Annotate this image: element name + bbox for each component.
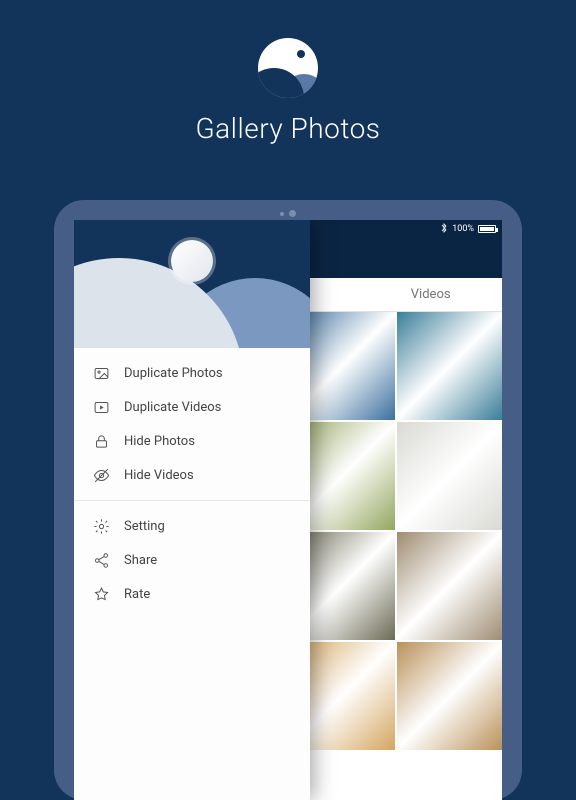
tab-videos[interactable]: Videos: [359, 278, 502, 311]
image-icon: [92, 364, 110, 382]
menu-rate[interactable]: Rate: [74, 577, 310, 611]
menu-item-label: Duplicate Photos: [124, 366, 223, 381]
bluetooth-icon: [440, 223, 448, 236]
battery-percent: 100%: [452, 224, 474, 234]
brand-header: Gallery Photos: [0, 38, 576, 145]
menu-hide-videos[interactable]: Hide Videos: [74, 458, 310, 492]
device-screen: 100% Photos Music Videos Duplicate P: [74, 220, 502, 800]
menu-item-label: Rate: [124, 587, 150, 602]
menu-hide-photos[interactable]: Hide Photos: [74, 424, 310, 458]
menu-share[interactable]: Share: [74, 543, 310, 577]
share-icon: [92, 551, 110, 569]
photo-thumb[interactable]: [397, 642, 503, 750]
star-icon: [92, 585, 110, 603]
photo-thumb[interactable]: [397, 312, 503, 420]
photo-thumb[interactable]: [397, 422, 503, 530]
navigation-drawer: Duplicate Photos Duplicate Videos Hide P…: [74, 220, 310, 800]
photo-thumb[interactable]: [397, 532, 503, 640]
menu-duplicate-videos[interactable]: Duplicate Videos: [74, 390, 310, 424]
menu-item-label: Hide Videos: [124, 468, 194, 483]
menu-item-label: Setting: [124, 519, 165, 534]
eye-off-icon: [92, 466, 110, 484]
video-icon: [92, 398, 110, 416]
drawer-hero: [74, 220, 310, 348]
lock-icon: [92, 432, 110, 450]
menu-duplicate-photos[interactable]: Duplicate Photos: [74, 356, 310, 390]
app-logo: [258, 38, 318, 98]
menu-item-label: Hide Photos: [124, 434, 195, 449]
drawer-group-tools: Duplicate Photos Duplicate Videos Hide P…: [74, 348, 310, 500]
drawer-group-meta: Setting Share Rate: [74, 500, 310, 619]
gear-icon: [92, 517, 110, 535]
menu-setting[interactable]: Setting: [74, 509, 310, 543]
tablet-camera: [280, 210, 296, 217]
menu-item-label: Share: [124, 553, 157, 568]
app-title: Gallery Photos: [0, 112, 576, 145]
battery-icon: [478, 225, 496, 233]
tablet-frame: 100% Photos Music Videos Duplicate P: [54, 200, 522, 800]
menu-item-label: Duplicate Videos: [124, 400, 221, 415]
